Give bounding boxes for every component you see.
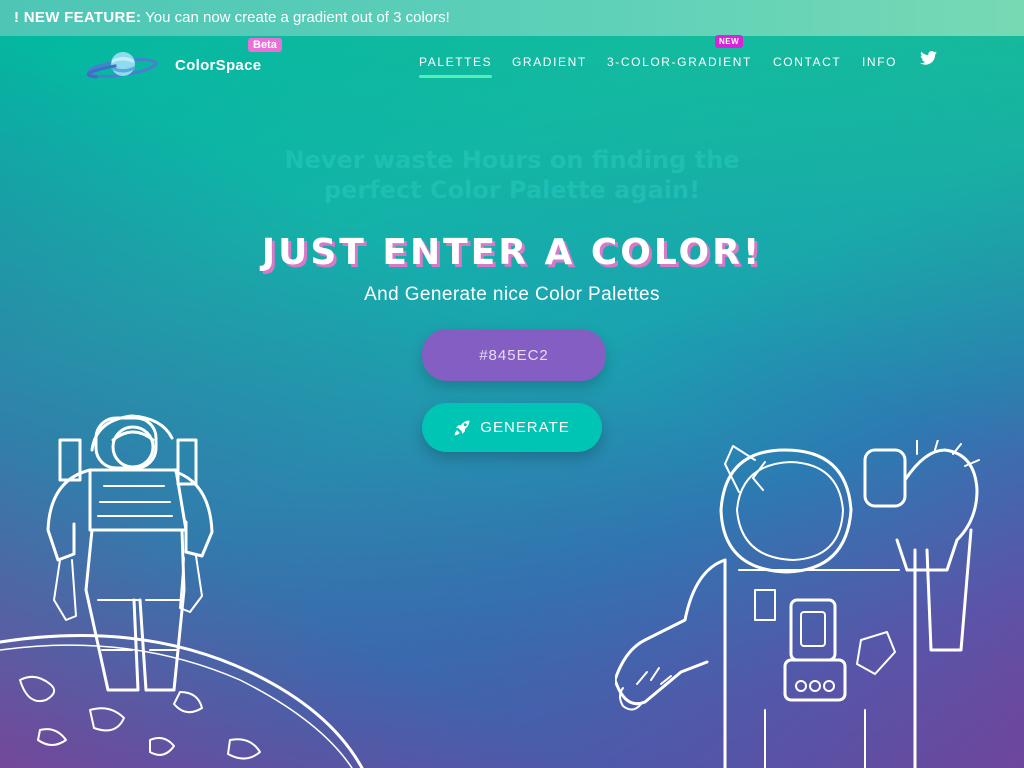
generate-label: GENERATE <box>480 419 570 436</box>
hero-tagline: Never waste Hours on finding the perfect… <box>0 145 1024 205</box>
brand-name[interactable]: ColorSpace <box>175 57 261 74</box>
announcement-banner: ! NEW FEATURE: You can now create a grad… <box>0 0 1024 36</box>
astronaut-on-planet-illustration <box>0 414 364 768</box>
planet-logo-icon[interactable] <box>86 50 158 82</box>
hero-headline: JUST ENTER A COLOR! <box>261 232 763 273</box>
nav-contact[interactable]: CONTACT <box>773 55 841 69</box>
generate-button[interactable]: GENERATE <box>422 403 602 452</box>
nav-gradient[interactable]: GRADIENT <box>512 55 587 69</box>
hero-subline: And Generate nice Color Palettes <box>364 284 660 305</box>
color-input[interactable] <box>422 329 606 381</box>
top-navigation: ColorSpace Beta PALETTES GRADIENT 3-COLO… <box>0 35 1024 96</box>
new-badge: NEW <box>715 35 744 48</box>
beta-badge: Beta <box>248 38 282 52</box>
rocket-icon <box>454 420 470 435</box>
nav-info[interactable]: INFO <box>862 55 897 69</box>
nav-3-color-gradient[interactable]: 3-COLOR-GRADIENT <box>607 55 752 69</box>
tagline-line-2: perfect Color Palette again! <box>323 176 701 204</box>
nav-palettes[interactable]: PALETTES <box>419 55 493 78</box>
twitter-icon[interactable] <box>920 51 937 65</box>
banner-tag: ! NEW FEATURE: <box>14 9 142 26</box>
astronaut-waving-illustration <box>615 440 980 768</box>
banner-text: You can now create a gradient out of 3 c… <box>141 9 450 26</box>
tagline-line-1: Never waste Hours on finding the <box>284 146 740 174</box>
